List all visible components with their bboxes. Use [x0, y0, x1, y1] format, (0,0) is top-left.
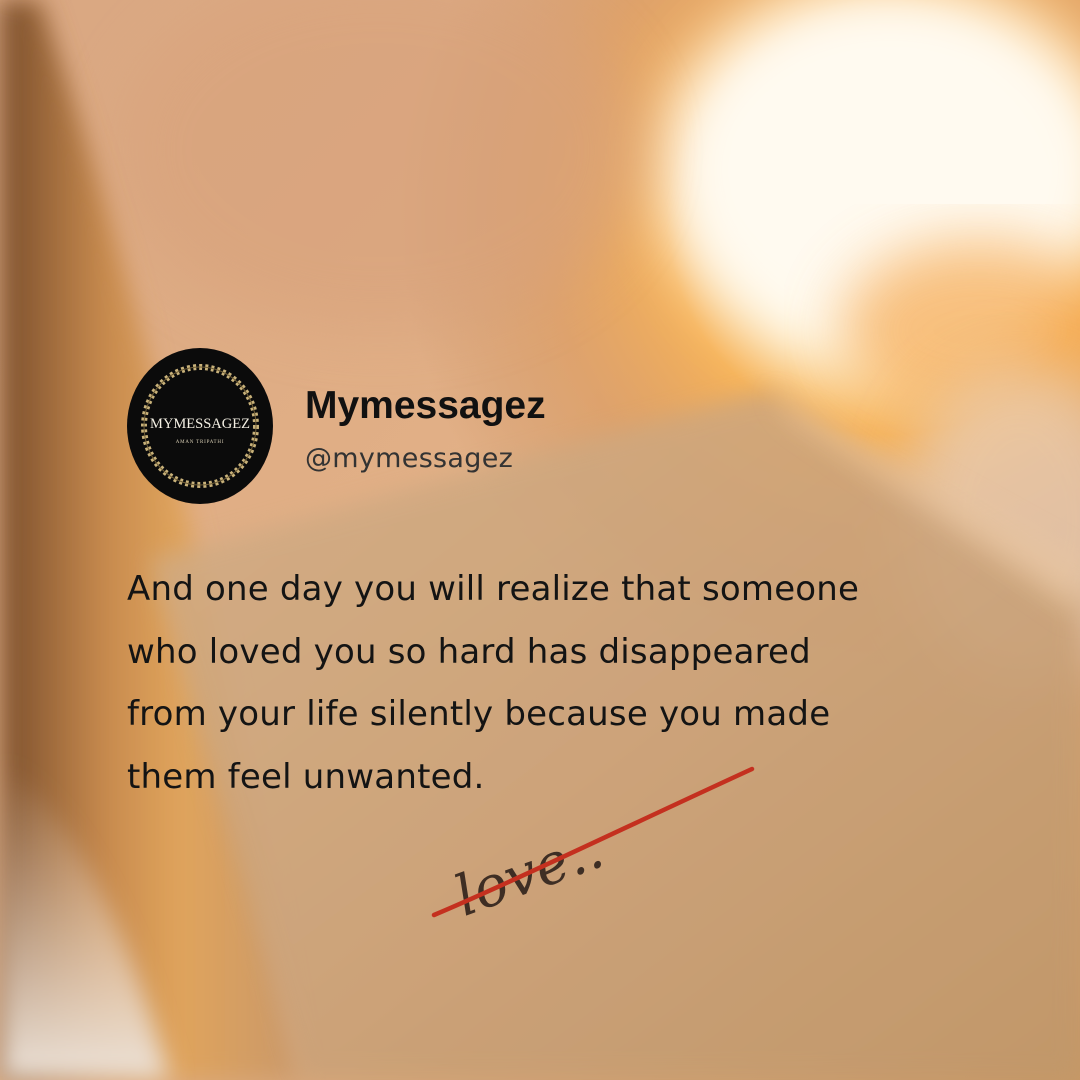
post-text-line: them feel unwanted. — [127, 756, 485, 797]
profile-handle[interactable]: @mymessagez — [305, 443, 513, 474]
post-image: love.. MYMESSAGEZ AMAN TRIPATHI Mymessag… — [0, 0, 1080, 1080]
post-text-line: And one day you will realize that someon… — [127, 569, 860, 609]
post-text: And one day you will realize that someon… — [127, 558, 987, 808]
avatar-subtitle: AMAN TRIPATHI — [176, 440, 225, 445]
profile-avatar[interactable]: MYMESSAGEZ AMAN TRIPATHI — [127, 348, 273, 504]
post-text-line: from your life silently because you made — [127, 694, 831, 734]
profile-name[interactable]: Mymessagez — [305, 384, 546, 428]
post-text-line: who loved you so hard has disappeared — [127, 631, 811, 672]
avatar-title: MYMESSAGEZ — [150, 416, 250, 432]
